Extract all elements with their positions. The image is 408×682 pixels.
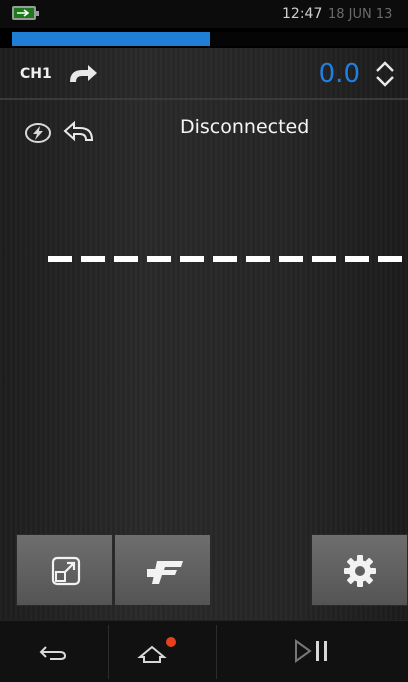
clock: 12:47 [282,6,323,22]
up-down-chevron-icon[interactable] [374,60,396,88]
home-icon[interactable] [134,635,178,665]
lightning-icon [25,123,51,143]
notification-dot [166,637,176,647]
input-arrow-icon [63,120,94,142]
date: 18 JUN 13 [328,7,393,22]
channel-label: CH1 [20,66,52,82]
channel-panel: CH1 0.0 Disconnected [0,48,408,620]
channel-row[interactable]: CH1 0.0 [0,48,408,100]
play-pause-icon[interactable] [292,639,340,663]
no-reading-dashes [48,256,408,262]
gear-icon [344,555,376,587]
progress-fill [12,32,210,46]
nav-separator [108,625,109,679]
expand-icon [51,556,81,586]
nav-separator [216,625,217,679]
navigation-bar [0,620,408,682]
connection-status: Disconnected [180,116,310,138]
progress-bar [12,32,408,46]
back-icon[interactable] [38,643,68,661]
settings-button[interactable] [311,534,408,606]
reading-value[interactable]: 0.0 [296,59,360,89]
expand-button[interactable] [16,534,113,606]
function-button[interactable] [114,534,211,606]
function-icon [147,561,183,584]
status-bar: 12:47 18 JUN 13 [0,0,408,28]
battery-charging-icon [12,6,39,20]
output-arrow-icon [70,65,97,82]
